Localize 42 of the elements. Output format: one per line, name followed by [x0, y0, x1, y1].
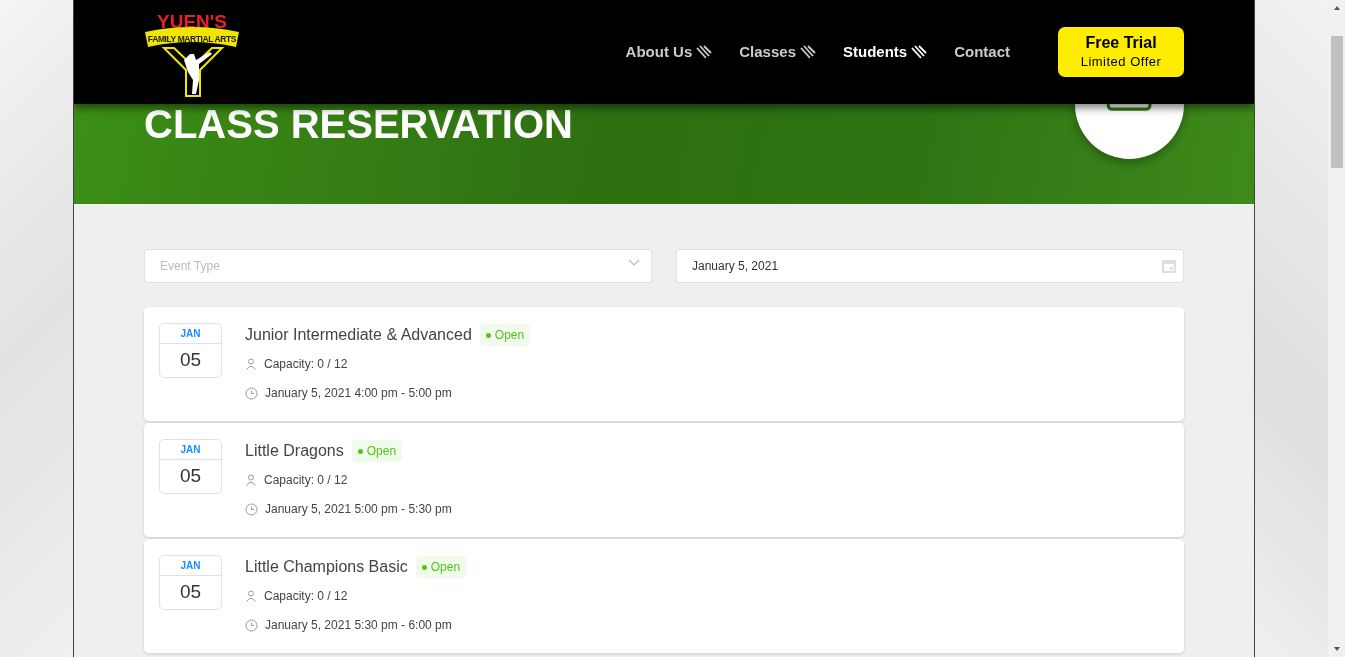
chevron-down-icon — [628, 259, 640, 267]
event-card[interactable]: JAN 05 Little Champions Basic Open Capacity: 0 / 12 January 5, 2021 5:30 pm - 6:00 pm — [144, 539, 1184, 653]
capacity-text: Capacity: 0 / 12 — [264, 588, 348, 605]
capacity-text: Capacity: 0 / 12 — [264, 356, 348, 373]
person-icon — [245, 358, 257, 370]
claw-icon — [799, 44, 816, 60]
person-icon — [245, 474, 257, 486]
claw-icon — [910, 44, 928, 60]
martial-arts-logo[interactable]: YUEN'S FAMILY MARTIAL ARTS — [144, 6, 240, 102]
event-title: Junior Intermediate & Advanced — [245, 325, 472, 345]
person-icon — [245, 590, 257, 602]
nav-link[interactable]: About Us — [625, 40, 713, 64]
event-card[interactable]: JAN 05 Little Dragons Open Capacity: 0 / 12 January 5, 2021 5:00 pm - 5:30 pm — [144, 423, 1184, 537]
event-card[interactable]: JAN 05 Junior Intermediate & Advanced Open Capacity: 0 / 12 January 5, 2021 4:00 pm - 5:00 pm — [144, 307, 1184, 421]
clock-icon — [245, 386, 258, 400]
month-label: JAN — [160, 440, 221, 460]
nav-link[interactable]: Students — [843, 40, 928, 64]
status-tag: Open — [479, 324, 531, 346]
event-type-select[interactable]: Event Type — [144, 249, 652, 283]
scrollbar-thumb[interactable] — [1330, 36, 1343, 168]
event-time: January 5, 2021 5:00 pm - 5:30 pm — [265, 501, 452, 518]
capacity-text: Capacity: 0 / 12 — [264, 472, 348, 489]
event-time: January 5, 2021 4:00 pm - 5:00 pm — [265, 385, 452, 402]
free-trial-button[interactable]: Free Trial Limited Offer — [1058, 27, 1184, 77]
clock-icon — [245, 502, 258, 516]
month-label: JAN — [160, 556, 221, 576]
day-number: 05 — [178, 348, 203, 372]
status-tag: Open — [351, 440, 403, 462]
month-label: JAN — [160, 324, 221, 344]
nav-link[interactable]: Contact — [954, 40, 1010, 64]
nav-link[interactable]: Classes — [739, 40, 816, 64]
event-time: January 5, 2021 5:30 pm - 6:00 pm — [265, 617, 452, 634]
day-number: 05 — [178, 464, 203, 488]
event-title: Little Dragons — [245, 441, 344, 461]
calendar-icon — [1161, 258, 1177, 274]
day-number: 05 — [178, 580, 203, 604]
status-tag: Open — [415, 556, 467, 578]
claw-icon — [695, 44, 713, 60]
page-title: CLASS RESERVATION — [144, 104, 574, 144]
clock-icon — [245, 618, 258, 632]
event-title: Little Champions Basic — [245, 557, 408, 577]
date-field[interactable]: January 5, 2021 — [676, 249, 1184, 283]
